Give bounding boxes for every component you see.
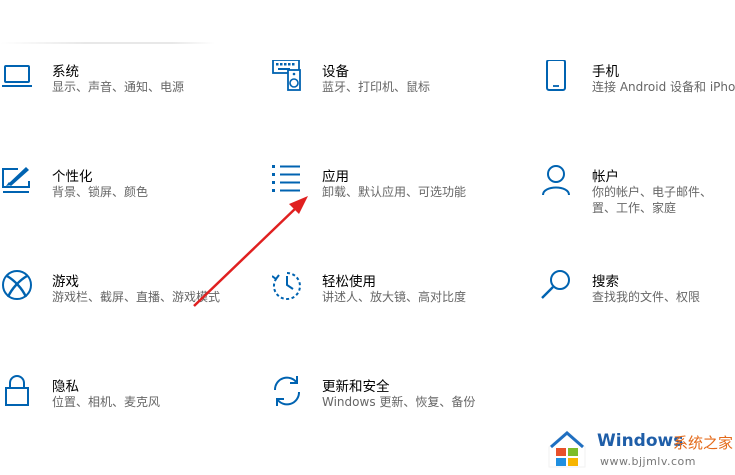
- keyboard-speaker-icon: [272, 60, 306, 94]
- person-icon: [540, 165, 574, 199]
- tile-description: 讲述人、放大镜、高对比度: [322, 290, 467, 304]
- desc-line-2: 置、工作、家庭: [592, 201, 677, 215]
- phone-icon: [540, 60, 574, 94]
- tile-title: 隐私: [52, 379, 79, 395]
- xbox-icon: [2, 270, 36, 304]
- watermark-url: www.bjjmlv.com: [600, 455, 696, 468]
- sync-icon: [272, 375, 306, 409]
- tile-description: 蓝牙、打印机、鼠标: [322, 80, 431, 94]
- tile-description: 连接 Android 设备和 iPho: [592, 80, 735, 94]
- tile-title: 轻松使用: [322, 274, 376, 290]
- tile-description: 游戏栏、截屏、直播、游戏模式: [52, 290, 221, 304]
- app-list-icon: [272, 165, 306, 199]
- tile-title: 设备: [322, 64, 349, 80]
- desc-line-1: 你的帐户、电子邮件、: [592, 185, 713, 199]
- tile-title: 个性化: [52, 169, 93, 185]
- lock-icon: [2, 375, 36, 409]
- tile-description: 卸载、默认应用、可选功能: [322, 185, 467, 199]
- tile-title: 系统: [52, 64, 79, 80]
- tile-description: 位置、相机、麦克风: [52, 395, 161, 409]
- tile-description: Windows 更新、恢复、备份: [322, 395, 476, 409]
- tile-description: 你的帐户、电子邮件、 置、工作、家庭: [592, 184, 712, 216]
- windows-logo-icon: [545, 427, 589, 471]
- ease-of-access-icon: [272, 270, 306, 304]
- tile-title: 手机: [592, 64, 619, 80]
- magnifier-icon: [540, 270, 574, 304]
- tile-description: 显示、声音、通知、电源: [52, 80, 185, 94]
- paint-monitor-icon: [2, 165, 36, 199]
- tile-description: 背景、锁屏、颜色: [52, 185, 149, 199]
- tile-title: 更新和安全: [322, 379, 390, 395]
- watermark: Windows 系统之家 www.bjjmlv.com: [545, 425, 735, 473]
- watermark-brand: Windows: [597, 431, 684, 451]
- tile-description: 查找我的文件、权限: [592, 290, 701, 304]
- tile-title: 搜索: [592, 274, 619, 290]
- laptop-icon: [2, 60, 36, 94]
- watermark-brand-cn: 系统之家: [673, 434, 734, 452]
- top-divider: [0, 42, 215, 44]
- tile-title: 游戏: [52, 274, 79, 290]
- tile-title: 应用: [322, 169, 349, 185]
- tile-title: 帐户: [592, 169, 619, 185]
